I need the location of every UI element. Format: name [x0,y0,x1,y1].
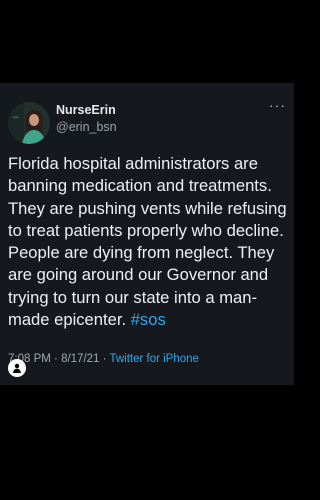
meta-separator: · [50,353,62,365]
person-glyph-icon [13,363,21,373]
meta-separator: · [99,353,110,365]
profile-photo-icon: logo [8,102,50,144]
svg-text:logo: logo [13,115,19,119]
source-link[interactable]: Twitter for iPhone [109,353,198,365]
display-name[interactable]: NurseErin [56,103,116,117]
tweet-card: logo NurseErin @erin_bsn ··· Florida hos… [0,83,294,385]
avatar[interactable]: logo [8,102,50,144]
user-handle[interactable]: @erin_bsn [56,120,117,134]
tweet-meta: 7:08 PM · 8/17/21 · Twitter for iPhone [8,353,199,365]
tweet-body: Florida hospital administrators are bann… [8,154,287,330]
hashtag-link[interactable]: #sos [131,310,166,329]
person-icon[interactable] [8,359,26,377]
more-icon[interactable]: ··· [269,97,286,113]
tweet-date[interactable]: 8/17/21 [61,353,99,365]
tweet-text: Florida hospital administrators are bann… [8,153,292,331]
